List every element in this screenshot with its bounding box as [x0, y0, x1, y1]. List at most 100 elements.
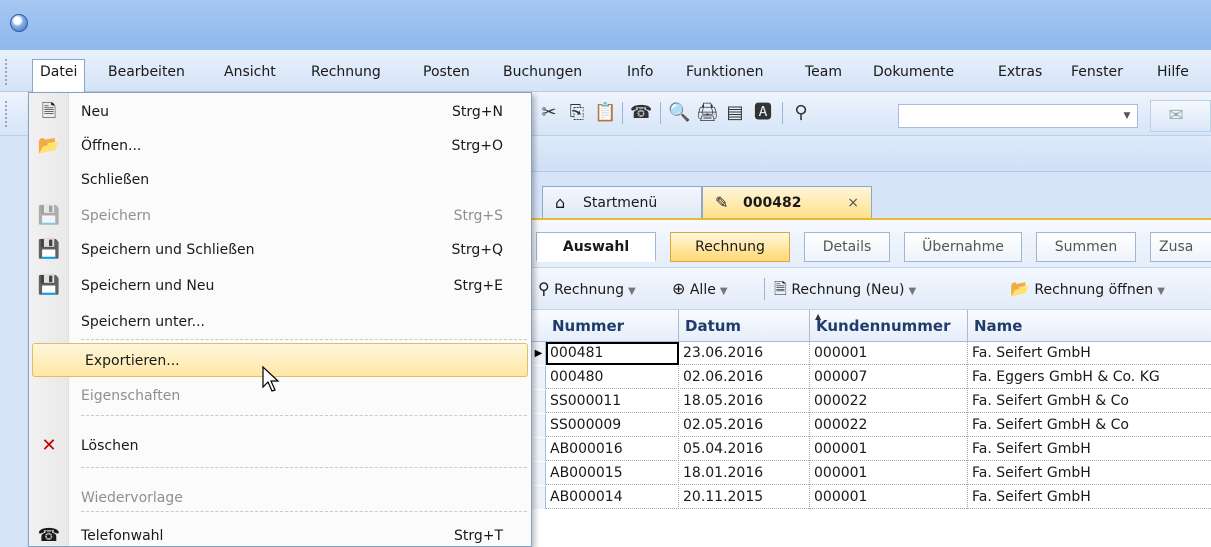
grid-cell-kundennummer[interactable]: 000022: [810, 390, 968, 413]
column-header-datum[interactable]: Datum: [679, 310, 810, 342]
row-indicator[interactable]: [532, 486, 546, 509]
row-indicator[interactable]: [532, 414, 546, 437]
file-menu-item-wiedervorlage[interactable]: Wiedervorlage: [29, 481, 531, 515]
grid-cell-datum[interactable]: 20.11.2015: [679, 486, 810, 509]
grid-cell-datum[interactable]: 02.06.2016: [679, 366, 810, 389]
tab-summen[interactable]: Summen: [1036, 232, 1136, 262]
menu-buchungen[interactable]: Buchungen: [503, 60, 582, 84]
column-header-kundennummer[interactable]: Kundennummer: [810, 310, 968, 342]
file-menu-item-öffnen[interactable]: 📂 Öffnen... Strg+O: [29, 129, 531, 163]
table-row[interactable]: 000480 02.06.2016 000007 Fa. Eggers GmbH & …: [532, 366, 1211, 389]
menu-bearbeiten[interactable]: Bearbeiten: [108, 60, 185, 84]
menu-rechnung[interactable]: Rechnung: [311, 60, 381, 84]
grid-cell-name[interactable]: Fa. Seifert GmbH: [968, 462, 1211, 485]
grid-cell-nummer[interactable]: 000481: [546, 342, 679, 365]
file-menu-item-speichern-und-schließen[interactable]: 💾 Speichern und Schließen Strg+Q: [29, 233, 531, 267]
grid-cell-nummer[interactable]: AB000014: [546, 486, 679, 509]
table-row[interactable]: ▶ 000481 23.06.2016 000001 Fa. Seifert GmbH: [532, 342, 1211, 365]
file-menu-item-speichern[interactable]: 💾 Speichern Strg+S: [29, 199, 531, 233]
grid-cell-name[interactable]: Fa. Seifert GmbH: [968, 342, 1211, 365]
menu-info[interactable]: Info: [627, 60, 654, 84]
copy-icon[interactable]: ⎘: [566, 102, 588, 124]
file-menu-item-schließen[interactable]: Schließen: [29, 163, 531, 197]
grid-cell-name[interactable]: Fa. Seifert GmbH: [968, 486, 1211, 509]
toolbar-separator: [622, 102, 623, 124]
grid-cell-datum[interactable]: 18.01.2016: [679, 462, 810, 485]
row-indicator[interactable]: [532, 390, 546, 413]
column-header-nummer[interactable]: Nummer: [546, 310, 679, 342]
tab-details[interactable]: Details: [804, 232, 890, 262]
menu-dokumente[interactable]: Dokumente: [873, 60, 954, 84]
grid-cell-name[interactable]: Fa. Seifert GmbH & Co: [968, 414, 1211, 437]
menu-posten[interactable]: Posten: [423, 60, 470, 84]
menu-extras[interactable]: Extras: [998, 60, 1042, 84]
paste-icon[interactable]: 📋: [594, 102, 616, 124]
rechnung-oeffnen-button[interactable]: 📂 Rechnung öffnen ▼: [1010, 278, 1165, 300]
grid-cell-kundennummer[interactable]: 000007: [810, 366, 968, 389]
menu-funktionen[interactable]: Funktionen: [686, 60, 763, 84]
table-row[interactable]: AB000016 05.04.2016 000001 Fa. Seifert GmbH: [532, 438, 1211, 461]
grid-cell-nummer[interactable]: 000480: [546, 366, 679, 389]
search-input[interactable]: ▼: [898, 104, 1138, 128]
mail-toolbar[interactable]: ✉: [1150, 100, 1211, 132]
table-row[interactable]: SS000011 18.05.2016 000022 Fa. Seifert GmbH…: [532, 390, 1211, 413]
menu-fenster[interactable]: Fenster: [1071, 60, 1123, 84]
menu-team[interactable]: Team: [805, 60, 842, 84]
mail-icon[interactable]: ✉: [1165, 105, 1187, 127]
current-row-indicator-icon[interactable]: ▶: [532, 342, 546, 365]
tab-zusatz[interactable]: Zusa: [1150, 232, 1211, 262]
row-indicator[interactable]: [532, 438, 546, 461]
tab-document[interactable]: ✎ 000482 ×: [702, 186, 872, 218]
grid-cell-kundennummer[interactable]: 000001: [810, 438, 968, 461]
grid-cell-datum[interactable]: 23.06.2016: [679, 342, 810, 365]
tab-startmenu-label: Startmenü: [583, 195, 658, 211]
grid-cell-datum[interactable]: 18.05.2016: [679, 390, 810, 413]
menu-datei[interactable]: Datei: [32, 59, 86, 93]
grid-cell-name[interactable]: Fa. Seifert GmbH & Co: [968, 390, 1211, 413]
rechnung-neu-button[interactable]: 🗎 Rechnung (Neu) ▼: [774, 278, 916, 300]
search-icon[interactable]: ⚲: [790, 102, 812, 124]
chevron-down-icon[interactable]: ▼: [1119, 108, 1135, 124]
row-indicator[interactable]: [532, 462, 546, 485]
grid-cell-kundennummer[interactable]: 000022: [810, 414, 968, 437]
table-row[interactable]: AB000015 18.01.2016 000001 Fa. Seifert GmbH: [532, 462, 1211, 485]
file-menu-item-löschen[interactable]: ✕ Löschen: [29, 429, 531, 463]
grid-cell-name[interactable]: Fa. Eggers GmbH & Co. KG: [968, 366, 1211, 389]
menu-hilfe[interactable]: Hilfe: [1157, 60, 1189, 84]
table-row[interactable]: SS000009 02.05.2016 000022 Fa. Seifert GmbH…: [532, 414, 1211, 437]
print-preview-icon[interactable]: 🔍: [668, 102, 690, 124]
file-menu-item-speichern-und-neu[interactable]: 💾 Speichern und Neu Strg+E: [29, 269, 531, 303]
rechnung-filter-button[interactable]: ⚲ Rechnung ▼: [538, 278, 636, 300]
tab-rechnung[interactable]: Rechnung: [670, 232, 790, 262]
print-icon[interactable]: 🖨: [696, 102, 719, 124]
app-icon[interactable]: [10, 14, 28, 32]
table-row[interactable]: AB000014 20.11.2015 000001 Fa. Seifert GmbH: [532, 486, 1211, 509]
grid-cell-nummer[interactable]: AB000016: [546, 438, 679, 461]
grid-cell-kundennummer[interactable]: 000001: [810, 342, 968, 365]
phone-icon[interactable]: ☎: [630, 102, 652, 124]
grid-cell-nummer[interactable]: SS000011: [546, 390, 679, 413]
row-indicator[interactable]: [532, 366, 546, 389]
text-doc-icon[interactable]: 🅰: [752, 102, 774, 124]
pdf-icon[interactable]: ▤: [724, 102, 746, 124]
file-menu-item-telefonwahl[interactable]: ☎ Telefonwahl Strg+T: [29, 519, 531, 547]
grid-cell-nummer[interactable]: AB000015: [546, 462, 679, 485]
tab-startmenu[interactable]: ⌂ Startmenü: [542, 186, 702, 218]
alle-button[interactable]: ⊕ Alle ▼: [672, 278, 728, 300]
toolbar-grip[interactable]: [4, 100, 8, 128]
grid-cell-datum[interactable]: 02.05.2016: [679, 414, 810, 437]
grid-cell-nummer[interactable]: SS000009: [546, 414, 679, 437]
column-header-name[interactable]: Name: [968, 310, 1211, 342]
grid-cell-kundennummer[interactable]: 000001: [810, 462, 968, 485]
grid-cell-datum[interactable]: 05.04.2016: [679, 438, 810, 461]
menubar-grip[interactable]: [4, 58, 8, 86]
grid-cell-name[interactable]: Fa. Seifert GmbH: [968, 438, 1211, 461]
cut-icon[interactable]: ✂: [538, 102, 560, 124]
tab-auswahl[interactable]: Auswahl: [536, 232, 656, 262]
file-menu-item-neu[interactable]: 🗎 Neu Strg+N: [29, 95, 531, 129]
file-menu-item-speichern-unter[interactable]: Speichern unter...: [29, 305, 531, 339]
tab-uebernahme[interactable]: Übernahme: [904, 232, 1022, 262]
close-icon[interactable]: ×: [847, 187, 859, 219]
grid-cell-kundennummer[interactable]: 000001: [810, 486, 968, 509]
menu-ansicht[interactable]: Ansicht: [224, 60, 276, 84]
